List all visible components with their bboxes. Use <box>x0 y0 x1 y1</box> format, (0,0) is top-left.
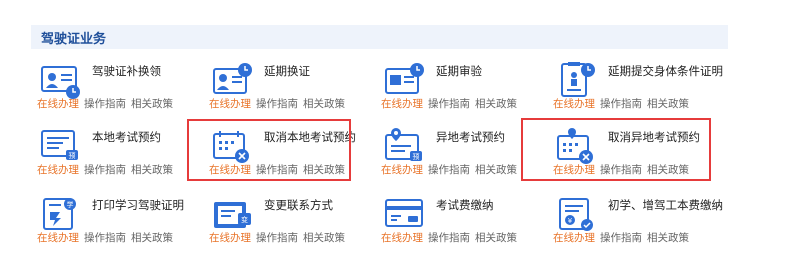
guide-link[interactable]: 操作指南 <box>84 164 126 176</box>
item-title[interactable]: 延期审验 <box>436 64 554 79</box>
online-link[interactable]: 在线办理 <box>381 98 423 110</box>
license-card-icon <box>40 62 84 100</box>
service-item-review-delay: 延期审验 在线办理 操作指南 相关政策 <box>381 62 554 110</box>
guide-link[interactable]: 操作指南 <box>256 98 298 110</box>
service-item-license-replace: 驾驶证补换领 在线办理 操作指南 相关政策 <box>37 62 210 110</box>
svg-text:预: 预 <box>413 152 420 161</box>
online-link[interactable]: 在线办理 <box>37 98 79 110</box>
policy-link[interactable]: 相关政策 <box>131 98 173 110</box>
item-title[interactable]: 延期换证 <box>264 64 382 79</box>
policy-link[interactable]: 相关政策 <box>303 232 345 244</box>
item-title[interactable]: 延期提交身体条件证明 <box>608 64 726 79</box>
online-link[interactable]: 在线办理 <box>381 232 423 244</box>
policy-link[interactable]: 相关政策 <box>303 98 345 110</box>
policy-link[interactable]: 相关政策 <box>131 164 173 176</box>
item-title[interactable]: 变更联系方式 <box>264 198 382 213</box>
item-title[interactable]: 考试费缴纳 <box>436 198 554 213</box>
item-title[interactable]: 初学、增驾工本费缴纳 <box>608 198 726 213</box>
license-renew-icon <box>212 62 256 100</box>
cost-fee-icon: ¥ <box>556 196 600 234</box>
print-learner-icon: 学 <box>40 196 84 234</box>
service-item-local-exam: 预 本地考试预约 在线办理 操作指南 相关政策 <box>37 128 210 176</box>
guide-link[interactable]: 操作指南 <box>256 232 298 244</box>
svg-text:变: 变 <box>241 215 248 224</box>
highlight-box-cancel-local-exam <box>187 119 351 181</box>
policy-link[interactable]: 相关政策 <box>647 232 689 244</box>
highlight-box-cancel-remote-exam <box>521 118 711 181</box>
guide-link[interactable]: 操作指南 <box>428 232 470 244</box>
online-link[interactable]: 在线办理 <box>209 98 251 110</box>
guide-link[interactable]: 操作指南 <box>600 98 642 110</box>
item-title[interactable]: 驾驶证补换领 <box>92 64 210 79</box>
policy-link[interactable]: 相关政策 <box>647 98 689 110</box>
service-item-print-learner: 学 打印学习驾驶证明 在线办理 操作指南 相关政策 <box>37 196 210 244</box>
guide-link[interactable]: 操作指南 <box>600 232 642 244</box>
policy-link[interactable]: 相关政策 <box>131 232 173 244</box>
policy-link[interactable]: 相关政策 <box>475 98 517 110</box>
online-link[interactable]: 在线办理 <box>209 232 251 244</box>
online-link[interactable]: 在线办理 <box>553 98 595 110</box>
policy-link[interactable]: 相关政策 <box>475 164 517 176</box>
guide-link[interactable]: 操作指南 <box>428 98 470 110</box>
policy-link[interactable]: 相关政策 <box>475 232 517 244</box>
section-header: 驾驶证业务 <box>31 25 728 49</box>
online-link[interactable]: 在线办理 <box>37 164 79 176</box>
remote-exam-icon: 预 <box>384 128 428 166</box>
review-delay-icon <box>384 62 428 100</box>
svg-text:¥: ¥ <box>568 217 573 225</box>
service-item-exam-fee: 考试费缴纳 在线办理 操作指南 相关政策 <box>381 196 554 244</box>
section-title: 驾驶证业务 <box>41 32 107 47</box>
local-exam-icon: 预 <box>40 128 84 166</box>
service-item-change-contact: 变 变更联系方式 在线办理 操作指南 相关政策 <box>209 196 382 244</box>
online-link[interactable]: 在线办理 <box>553 232 595 244</box>
online-link[interactable]: 在线办理 <box>37 232 79 244</box>
service-item-renew-license: 延期换证 在线办理 操作指南 相关政策 <box>209 62 382 110</box>
guide-link[interactable]: 操作指南 <box>84 98 126 110</box>
svg-text:预: 预 <box>69 151 76 160</box>
guide-link[interactable]: 操作指南 <box>428 164 470 176</box>
service-item-cost-fee: ¥ 初学、增驾工本费缴纳 在线办理 操作指南 相关政策 <box>553 196 726 244</box>
service-item-health-certificate: 延期提交身体条件证明 在线办理 操作指南 相关政策 <box>553 62 726 110</box>
change-contact-icon: 变 <box>212 196 256 234</box>
health-certificate-icon <box>556 62 600 100</box>
guide-link[interactable]: 操作指南 <box>84 232 126 244</box>
online-link[interactable]: 在线办理 <box>381 164 423 176</box>
item-title[interactable]: 打印学习驾驶证明 <box>92 198 210 213</box>
svg-text:学: 学 <box>67 200 74 209</box>
exam-fee-icon <box>384 196 428 234</box>
